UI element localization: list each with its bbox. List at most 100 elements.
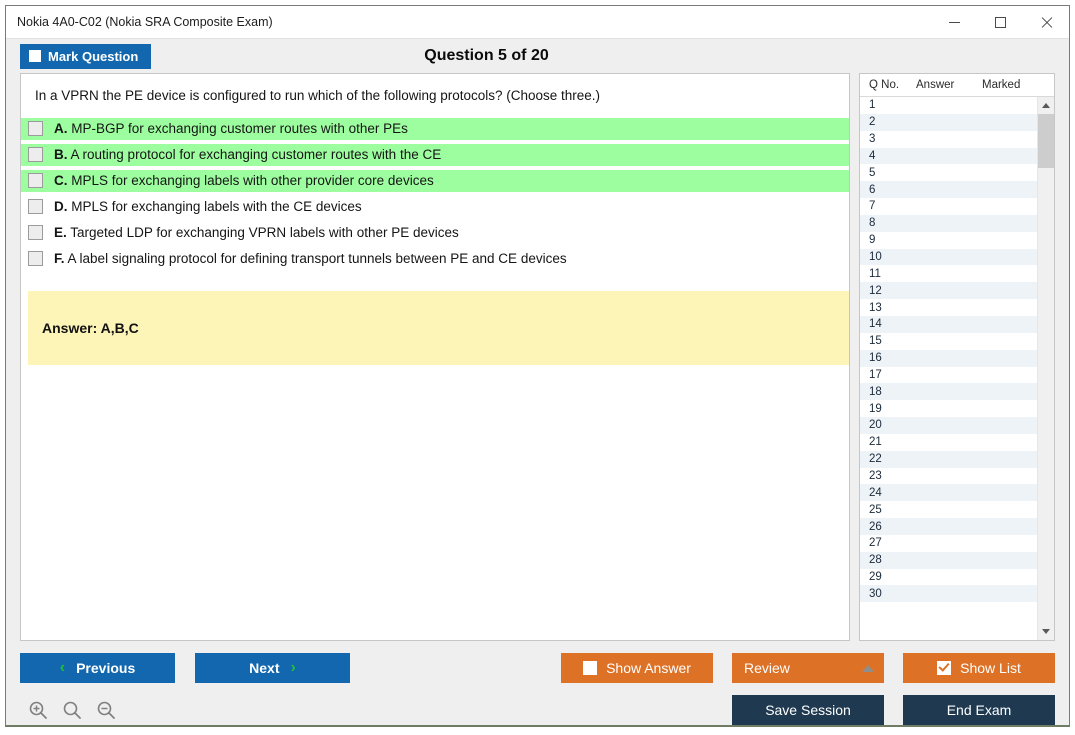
question-list-row[interactable]: 16 — [860, 349, 1037, 367]
row-question-number: 18 — [869, 385, 882, 398]
answer-option-letter: C. — [54, 173, 68, 189]
review-label: Review — [744, 660, 790, 676]
column-header-qno: Q No. — [869, 79, 900, 91]
answer-option-body: MP-BGP for exchanging customer routes wi… — [71, 121, 408, 137]
row-question-number: 26 — [869, 520, 882, 533]
question-list-row[interactable]: 2 — [860, 113, 1037, 131]
question-list-row[interactable]: 29 — [860, 569, 1037, 586]
row-question-number: 15 — [869, 335, 882, 348]
answer-text: Answer: A,B,C — [42, 319, 139, 336]
question-list-row[interactable]: 18 — [860, 383, 1037, 401]
answer-option-body: Targeted LDP for exchanging VPRN labels … — [70, 225, 459, 241]
row-question-number: 12 — [869, 284, 882, 297]
answer-option-body: MPLS for exchanging labels with other pr… — [71, 173, 434, 189]
scroll-up-button[interactable] — [1038, 97, 1054, 114]
answer-option-checkbox[interactable] — [28, 251, 43, 267]
row-question-number: 4 — [869, 149, 876, 162]
question-list-row[interactable]: 12 — [860, 282, 1037, 300]
question-list-row[interactable]: 8 — [860, 214, 1037, 232]
answer-option-row[interactable]: D. MPLS for exchanging labels with the C… — [21, 196, 849, 218]
answer-option-row[interactable]: B. A routing protocol for exchanging cus… — [21, 143, 849, 166]
question-list-row[interactable]: 7 — [860, 198, 1037, 215]
show-list-button[interactable]: Show List — [903, 653, 1055, 683]
row-question-number: 8 — [869, 217, 876, 230]
scrollbar-thumb[interactable] — [1038, 114, 1054, 168]
question-list-row[interactable]: 1 — [860, 97, 1037, 114]
question-list-row[interactable]: 20 — [860, 417, 1037, 434]
answer-option-checkbox[interactable] — [28, 121, 43, 137]
row-question-number: 5 — [869, 166, 876, 179]
question-list-row[interactable]: 22 — [860, 450, 1037, 468]
row-question-number: 9 — [869, 234, 876, 247]
answer-option-letter: A. — [54, 121, 68, 137]
question-list-row[interactable]: 15 — [860, 333, 1037, 350]
zoom-out-icon[interactable] — [96, 700, 116, 720]
question-list-body: 1 2 3 4 5 6 7 8 9 10 11 12 13 14 15 16 17 18 19 20 21 22 23 24 2… — [860, 97, 1054, 640]
question-list-row[interactable]: 13 — [860, 299, 1037, 316]
chevron-left-icon: ‹ — [59, 659, 66, 676]
next-button[interactable]: Next › — [195, 653, 350, 683]
question-list-panel: Q No. Answer Marked 1 2 3 4 5 6 7 8 9 10 11 12 13 14 1… — [859, 73, 1055, 641]
question-list-row[interactable]: 28 — [860, 551, 1037, 569]
previous-button[interactable]: ‹ Previous — [20, 653, 175, 683]
maximize-button[interactable] — [977, 6, 1023, 38]
answer-option-checkbox[interactable] — [28, 199, 43, 215]
scrollbar-track[interactable] — [1038, 114, 1054, 623]
question-list-row[interactable]: 3 — [860, 131, 1037, 148]
question-list-row[interactable]: 26 — [860, 518, 1037, 535]
question-list-row[interactable]: 25 — [860, 501, 1037, 518]
question-list-row[interactable]: 14 — [860, 315, 1037, 333]
question-list-row[interactable]: 4 — [860, 147, 1037, 165]
answer-option-letter: B. — [54, 147, 68, 163]
mark-question-button[interactable]: Mark Question — [20, 43, 152, 69]
question-list-row[interactable]: 5 — [860, 164, 1037, 181]
end-exam-button[interactable]: End Exam — [903, 695, 1055, 725]
row-question-number: 30 — [869, 587, 882, 600]
zoom-reset-icon[interactable] — [62, 700, 82, 720]
show-answer-button[interactable]: Show Answer — [561, 653, 713, 683]
question-list-row[interactable]: 30 — [860, 585, 1037, 603]
row-question-number: 6 — [869, 183, 876, 196]
minimize-button[interactable] — [931, 6, 977, 38]
question-list-row[interactable]: 17 — [860, 367, 1037, 384]
answer-option-row[interactable]: A. MP-BGP for exchanging customer routes… — [21, 117, 849, 140]
question-list-row[interactable]: 9 — [860, 232, 1037, 249]
question-pane: In a VPRN the PE device is configured to… — [20, 73, 850, 641]
question-list-row[interactable]: 6 — [860, 181, 1037, 199]
question-list-row[interactable]: 10 — [860, 248, 1037, 266]
question-list-row[interactable]: 19 — [860, 400, 1037, 417]
footer-toolbar: ‹ Previous Next › Show Answer Review Sho… — [6, 641, 1069, 725]
answer-option-row[interactable]: E. Targeted LDP for exchanging VPRN labe… — [21, 222, 849, 244]
question-list-scrollbar[interactable] — [1037, 97, 1054, 640]
mark-question-label: Mark Question — [48, 48, 139, 64]
answer-option-letter: D. — [54, 199, 68, 215]
minimize-icon — [948, 21, 960, 23]
chevron-down-icon — [1042, 629, 1050, 634]
question-list-row[interactable]: 21 — [860, 434, 1037, 451]
end-exam-label: End Exam — [946, 702, 1012, 718]
question-list-rows: 1 2 3 4 5 6 7 8 9 10 11 12 13 14 15 16 17 18 19 20 21 22 23 24 2… — [860, 97, 1037, 640]
row-question-number: 20 — [869, 419, 882, 432]
chevron-right-icon: › — [290, 659, 296, 676]
answer-option-row[interactable]: F. A label signaling protocol for defini… — [21, 248, 849, 270]
answer-option-letter: F. — [54, 251, 65, 267]
save-session-button[interactable]: Save Session — [732, 695, 884, 725]
answer-option-checkbox[interactable] — [28, 147, 43, 163]
title-bar: Nokia 4A0-C02 (Nokia SRA Composite Exam) — [6, 6, 1069, 39]
row-question-number: 13 — [869, 301, 882, 314]
row-question-number: 17 — [869, 368, 882, 381]
question-list-row[interactable]: 27 — [860, 535, 1037, 552]
question-list-row[interactable]: 24 — [860, 484, 1037, 502]
question-header-bar: Mark Question Question 5 of 20 — [6, 39, 1069, 73]
question-list-row[interactable]: 23 — [860, 468, 1037, 485]
answer-option-row[interactable]: C. MPLS for exchanging labels with other… — [21, 169, 849, 192]
maximize-icon — [994, 16, 1006, 28]
review-dropdown[interactable]: Review — [732, 653, 884, 683]
close-button[interactable] — [1023, 6, 1069, 38]
answer-option-text: C. MPLS for exchanging labels with other… — [54, 173, 434, 188]
answer-option-checkbox[interactable] — [28, 173, 43, 189]
answer-option-checkbox[interactable] — [28, 225, 43, 241]
scroll-down-button[interactable] — [1038, 623, 1054, 640]
question-list-row[interactable]: 11 — [860, 265, 1037, 282]
zoom-in-icon[interactable] — [28, 700, 48, 720]
